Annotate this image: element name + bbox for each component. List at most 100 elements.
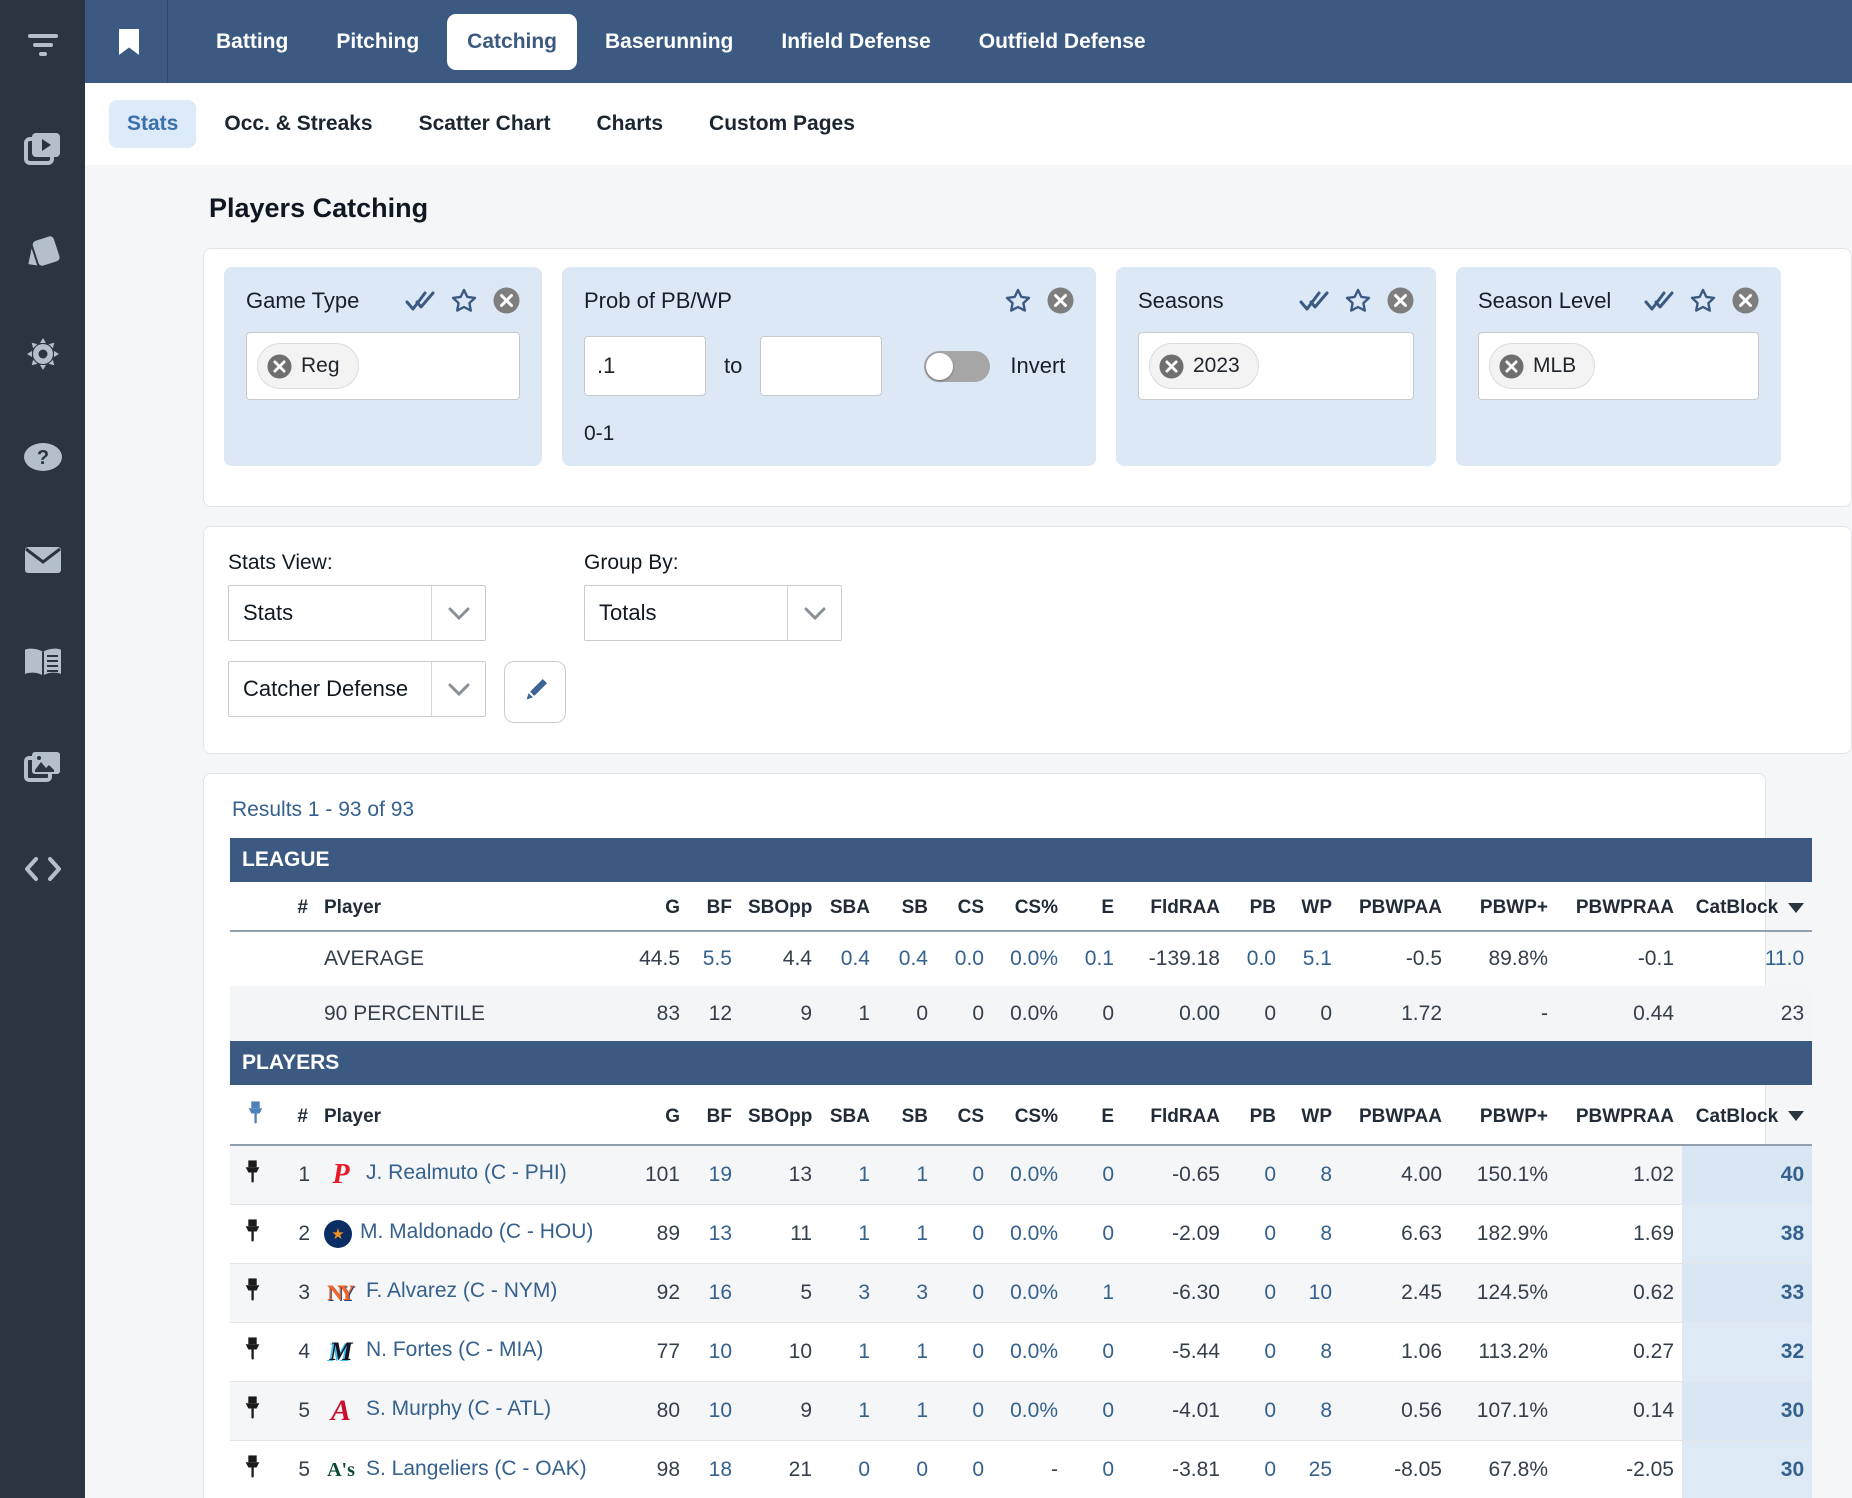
- edit-stat-set-button[interactable]: [504, 661, 566, 723]
- subnav-item-charts[interactable]: Charts: [579, 100, 682, 148]
- column-header-pbwpraa[interactable]: PBWPRAA: [1556, 1085, 1682, 1145]
- stat-cell-wp[interactable]: 8: [1284, 1145, 1340, 1204]
- stat-cell-cs[interactable]: 0.0%: [992, 1263, 1066, 1322]
- stat-cell-sb[interactable]: 1: [878, 1145, 936, 1204]
- pin-player-icon[interactable]: [230, 1381, 274, 1440]
- stat-cell-pb[interactable]: 0: [1228, 1381, 1284, 1440]
- stat-cell-bf[interactable]: 5.5: [688, 931, 740, 986]
- chip-remove-icon[interactable]: [1499, 354, 1524, 379]
- select-all-icon[interactable]: [405, 290, 435, 312]
- stat-cell-cs[interactable]: 0.0%: [992, 1145, 1066, 1204]
- column-header-pb[interactable]: PB: [1228, 1085, 1284, 1145]
- column-header-sbopp[interactable]: SBOpp: [740, 882, 820, 931]
- player-name-link[interactable]: S. Langeliers (C - OAK): [366, 1457, 587, 1480]
- stat-set-select[interactable]: Catcher Defense: [228, 661, 486, 717]
- stat-cell-cs[interactable]: 0: [936, 1145, 992, 1204]
- stat-cell-sba[interactable]: 1: [820, 1381, 878, 1440]
- stat-cell-sb[interactable]: 1: [878, 1322, 936, 1381]
- stat-cell-sba[interactable]: 0.4: [820, 931, 878, 986]
- stat-cell-cs[interactable]: 0.0: [936, 931, 992, 986]
- stat-cell-e[interactable]: 0.1: [1066, 931, 1122, 986]
- book-icon[interactable]: [20, 640, 66, 686]
- column-header-catblock[interactable]: CatBlock: [1682, 1085, 1812, 1145]
- video-library-icon[interactable]: [20, 125, 66, 171]
- column-header-pbwp[interactable]: PBWP+: [1450, 1085, 1556, 1145]
- subnav-item-occ-streaks[interactable]: Occ. & Streaks: [206, 100, 390, 148]
- stats-view-select[interactable]: Stats: [228, 585, 486, 641]
- tab-batting[interactable]: Batting: [196, 14, 308, 70]
- stat-cell-wp[interactable]: 8: [1284, 1204, 1340, 1263]
- column-header-pbwpaa[interactable]: PBWPAA: [1340, 882, 1450, 931]
- code-icon[interactable]: [20, 846, 66, 892]
- stat-cell-wp[interactable]: 8: [1284, 1322, 1340, 1381]
- column-header-fldraa[interactable]: FldRAA: [1122, 1085, 1228, 1145]
- column-header-cs[interactable]: CS: [936, 1085, 992, 1145]
- column-header-pbwpaa[interactable]: PBWPAA: [1340, 1085, 1450, 1145]
- column-header-cs[interactable]: CS%: [992, 882, 1066, 931]
- stat-cell-sba[interactable]: 0: [820, 1440, 878, 1498]
- pin-player-icon[interactable]: [230, 1440, 274, 1498]
- stat-cell-e[interactable]: 0: [1066, 1440, 1122, 1498]
- favorite-star-icon[interactable]: [1690, 288, 1716, 313]
- stat-cell-sba[interactable]: 1: [820, 1322, 878, 1381]
- stat-cell-e[interactable]: 0: [1066, 1381, 1122, 1440]
- stat-cell-bf[interactable]: 10: [688, 1322, 740, 1381]
- player-name-link[interactable]: N. Fortes (C - MIA): [366, 1338, 543, 1361]
- stat-cell-pb[interactable]: 0: [1228, 1204, 1284, 1263]
- stat-cell-bf[interactable]: 18: [688, 1440, 740, 1498]
- remove-filter-icon[interactable]: [493, 287, 520, 314]
- pin-player-icon[interactable]: [230, 1145, 274, 1204]
- seasons-input[interactable]: 2023: [1138, 332, 1414, 400]
- subnav-item-custom-pages[interactable]: Custom Pages: [691, 100, 873, 148]
- column-header-pb[interactable]: PB: [1228, 882, 1284, 931]
- pin-column-header[interactable]: [230, 1085, 274, 1145]
- select-all-icon[interactable]: [1644, 290, 1674, 312]
- remove-filter-icon[interactable]: [1387, 287, 1414, 314]
- stat-cell-bf[interactable]: 13: [688, 1204, 740, 1263]
- player-name-link[interactable]: J. Realmuto (C - PHI): [366, 1161, 567, 1184]
- invert-toggle[interactable]: [924, 351, 990, 382]
- stat-cell-cs[interactable]: 0: [936, 1440, 992, 1498]
- stat-cell-cs[interactable]: 0: [936, 1322, 992, 1381]
- stat-cell-catblock[interactable]: 30: [1682, 1440, 1812, 1498]
- tab-outfield-defense[interactable]: Outfield Defense: [959, 14, 1166, 70]
- stat-cell-bf[interactable]: 19: [688, 1145, 740, 1204]
- stat-cell-pb[interactable]: 0: [1228, 1440, 1284, 1498]
- stat-cell-sba[interactable]: 1: [820, 1145, 878, 1204]
- game-type-input[interactable]: Reg: [246, 332, 520, 400]
- favorite-star-icon[interactable]: [1345, 288, 1371, 313]
- subnav-item-scatter-chart[interactable]: Scatter Chart: [401, 100, 569, 148]
- tab-baserunning[interactable]: Baserunning: [585, 14, 753, 70]
- column-header-wp[interactable]: WP: [1284, 1085, 1340, 1145]
- stat-cell-cs[interactable]: 0.0%: [992, 1204, 1066, 1263]
- stat-cell-pb[interactable]: 0: [1228, 1263, 1284, 1322]
- stat-cell-e[interactable]: 1: [1066, 1263, 1122, 1322]
- stat-cell-sba[interactable]: 1: [820, 1204, 878, 1263]
- stat-cell-catblock[interactable]: 32: [1682, 1322, 1812, 1381]
- column-header-sb[interactable]: SB: [878, 1085, 936, 1145]
- prob-to-input[interactable]: [760, 336, 882, 396]
- column-header-cs[interactable]: CS%: [992, 1085, 1066, 1145]
- column-header-pbwp[interactable]: PBWP+: [1450, 882, 1556, 931]
- stat-cell-catblock[interactable]: 30: [1682, 1381, 1812, 1440]
- column-header-catblock[interactable]: CatBlock: [1682, 882, 1812, 931]
- stat-cell-sb[interactable]: 0: [878, 1440, 936, 1498]
- column-header-[interactable]: #: [274, 1085, 316, 1145]
- favorite-star-icon[interactable]: [451, 288, 477, 313]
- stat-cell-e[interactable]: 0: [1066, 1204, 1122, 1263]
- column-header-bf[interactable]: BF: [688, 1085, 740, 1145]
- stat-cell-sb[interactable]: 3: [878, 1263, 936, 1322]
- column-header-cs[interactable]: CS: [936, 882, 992, 931]
- pin-player-icon[interactable]: [230, 1263, 274, 1322]
- player-name-link[interactable]: F. Alvarez (C - NYM): [366, 1279, 557, 1302]
- player-name-link[interactable]: M. Maldonado (C - HOU): [360, 1220, 593, 1243]
- player-name-link[interactable]: S. Murphy (C - ATL): [366, 1397, 551, 1420]
- chip-remove-icon[interactable]: [1159, 354, 1184, 379]
- image-library-icon[interactable]: [20, 743, 66, 789]
- select-all-icon[interactable]: [1299, 290, 1329, 312]
- stat-cell-cs[interactable]: 0.0%: [992, 1381, 1066, 1440]
- stat-cell-e[interactable]: 0: [1066, 1322, 1122, 1381]
- season-level-input[interactable]: MLB: [1478, 332, 1759, 400]
- favorite-star-icon[interactable]: [1005, 288, 1031, 313]
- remove-filter-icon[interactable]: [1732, 287, 1759, 314]
